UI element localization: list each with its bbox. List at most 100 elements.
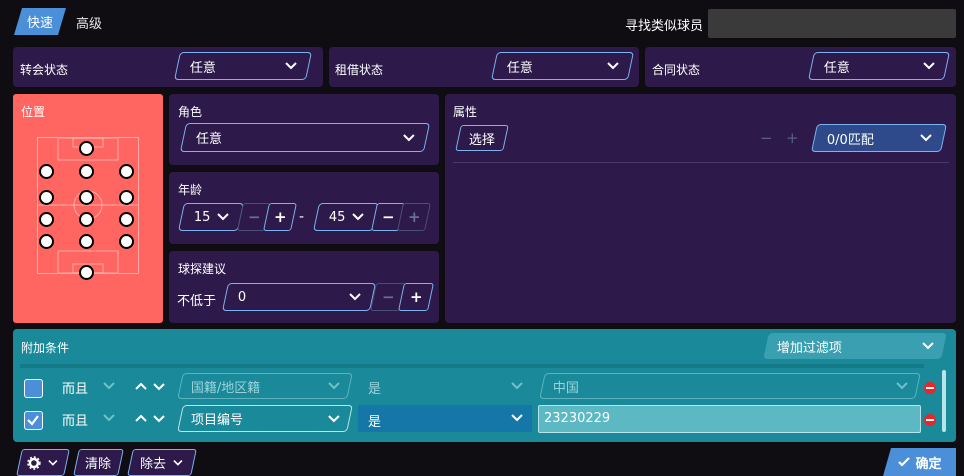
reorder-arrows-icon[interactable]	[134, 412, 166, 424]
find-similar-input[interactable]	[708, 9, 956, 38]
extra-scroll-top-edge	[20, 364, 924, 368]
minus-icon: −	[381, 208, 395, 226]
loan-status-label: 租借状态	[335, 63, 384, 77]
row-1-value-dropdown[interactable]: 中国	[539, 373, 921, 399]
row-2-value: 23230229	[544, 411, 611, 426]
remove-label: 除去	[139, 457, 166, 472]
position-title: 位置	[21, 105, 46, 119]
row-2-remove-icon[interactable]	[924, 414, 936, 426]
clear-label: 清除	[85, 457, 112, 472]
confirm-button[interactable]: 确定	[883, 448, 956, 476]
row-1-field-dropdown[interactable]: 国籍/地区籍	[177, 373, 353, 399]
row-1-remove-icon[interactable]	[924, 382, 936, 394]
row-2-checkbox[interactable]	[24, 411, 43, 430]
row-1-checkbox[interactable]	[24, 379, 43, 398]
clear-button[interactable]: 清除	[73, 449, 124, 476]
minus-icon: −	[381, 288, 395, 306]
settings-menu-button[interactable]	[16, 449, 70, 476]
age-title: 年龄	[178, 183, 203, 197]
scout-title: 球探建议	[178, 262, 227, 276]
loan-status-value: 任意	[507, 60, 534, 76]
attributes-title: 属性	[453, 105, 478, 119]
position-dot[interactable]	[119, 212, 134, 227]
chevron-down-icon[interactable]	[510, 381, 524, 391]
position-dot-gk[interactable]	[79, 265, 94, 280]
transfer-status-label: 转会状态	[20, 63, 69, 77]
remove-button[interactable]: 除去	[127, 449, 197, 476]
position-dot[interactable]	[119, 234, 134, 249]
role-value: 任意	[196, 132, 223, 147]
chevron-down-icon	[328, 414, 340, 422]
role-title: 角色	[178, 105, 203, 119]
position-dot[interactable]	[39, 164, 54, 179]
position-dot[interactable]	[39, 212, 54, 227]
row-1-operator[interactable]: 是	[368, 378, 381, 397]
age-max-increment-button[interactable]: +	[397, 203, 431, 231]
position-dot[interactable]	[119, 190, 134, 205]
chevron-down-icon	[352, 213, 364, 221]
position-dot[interactable]	[79, 234, 94, 249]
age-separator: -	[299, 209, 305, 225]
row-2-operator-dropdown[interactable]	[358, 405, 532, 432]
role-dropdown[interactable]: 任意	[179, 123, 431, 152]
row-2-operator: 是	[368, 415, 382, 430]
position-dot[interactable]	[79, 212, 94, 227]
age-min-increment-button[interactable]: +	[263, 203, 297, 231]
chevron-down-icon	[217, 213, 229, 221]
row-2-field-dropdown[interactable]: 项目编号	[177, 405, 353, 432]
chevron-down-icon	[328, 382, 340, 390]
attributes-select-label: 选择	[468, 132, 495, 148]
transfer-status-value: 任意	[190, 60, 217, 76]
attributes-divider	[453, 162, 949, 163]
attributes-select-button[interactable]: 选择	[455, 125, 509, 151]
row-1-value: 中国	[553, 380, 580, 396]
reorder-arrows-icon[interactable]	[134, 380, 166, 392]
scout-value: 0	[238, 289, 247, 305]
minus-icon: −	[247, 208, 261, 226]
checkmark-icon	[898, 457, 911, 467]
contract-status-dropdown[interactable]: 任意	[808, 52, 950, 80]
loan-status-dropdown[interactable]: 任意	[491, 52, 634, 80]
chevron-down-icon	[923, 62, 935, 70]
chevron-down-icon	[920, 134, 932, 142]
chevron-down-icon	[403, 133, 415, 141]
age-min-dropdown[interactable]: 15	[178, 203, 244, 231]
plus-icon: +	[409, 288, 423, 306]
scout-dropdown[interactable]: 0	[222, 283, 376, 311]
contract-status-label: 合同状态	[652, 63, 701, 77]
chevron-down-icon	[896, 382, 908, 390]
position-dot[interactable]	[39, 190, 54, 205]
attributes-minus-button[interactable]: −	[760, 129, 773, 147]
add-filter-label: 增加过滤项	[777, 340, 843, 356]
tab-advanced[interactable]: 高级	[76, 13, 102, 32]
position-dot[interactable]	[119, 164, 134, 179]
scout-increment-button[interactable]: +	[398, 283, 434, 311]
age-max-value: 45	[329, 209, 346, 225]
transfer-status-dropdown[interactable]: 任意	[174, 52, 312, 80]
attributes-plus-button[interactable]: +	[786, 129, 799, 147]
chevron-down-icon[interactable]	[102, 413, 116, 423]
scout-prefix: 不低于	[177, 294, 217, 309]
attributes-match-dropdown[interactable]: 0/0匹配	[811, 124, 947, 152]
extra-conditions-title: 附加条件	[21, 341, 70, 355]
chevron-down-icon	[173, 459, 183, 466]
chevron-down-icon	[48, 459, 58, 466]
contract-status-value: 任意	[824, 60, 851, 76]
pitch-diagram	[37, 137, 139, 274]
add-filter-dropdown[interactable]: 增加过滤项	[763, 333, 947, 359]
age-max-dropdown[interactable]: 45	[313, 203, 379, 231]
chevron-down-icon	[922, 342, 934, 350]
chevron-down-icon	[349, 293, 361, 301]
row-2-conjunction[interactable]: 而且	[62, 410, 88, 429]
chevron-down-icon[interactable]	[102, 381, 116, 391]
position-dot[interactable]	[79, 190, 94, 205]
confirm-label: 确定	[915, 456, 942, 472]
row-2-field-value: 项目编号	[191, 413, 244, 428]
position-dot-st[interactable]	[79, 141, 94, 156]
row-1-conjunction[interactable]: 而且	[62, 378, 88, 397]
position-dot[interactable]	[39, 234, 54, 249]
tab-quick[interactable]: 快速	[14, 8, 66, 35]
find-similar-label: 寻找类似球员	[625, 19, 704, 34]
position-dot[interactable]	[79, 164, 94, 179]
extra-scrollbar[interactable]	[942, 370, 946, 432]
